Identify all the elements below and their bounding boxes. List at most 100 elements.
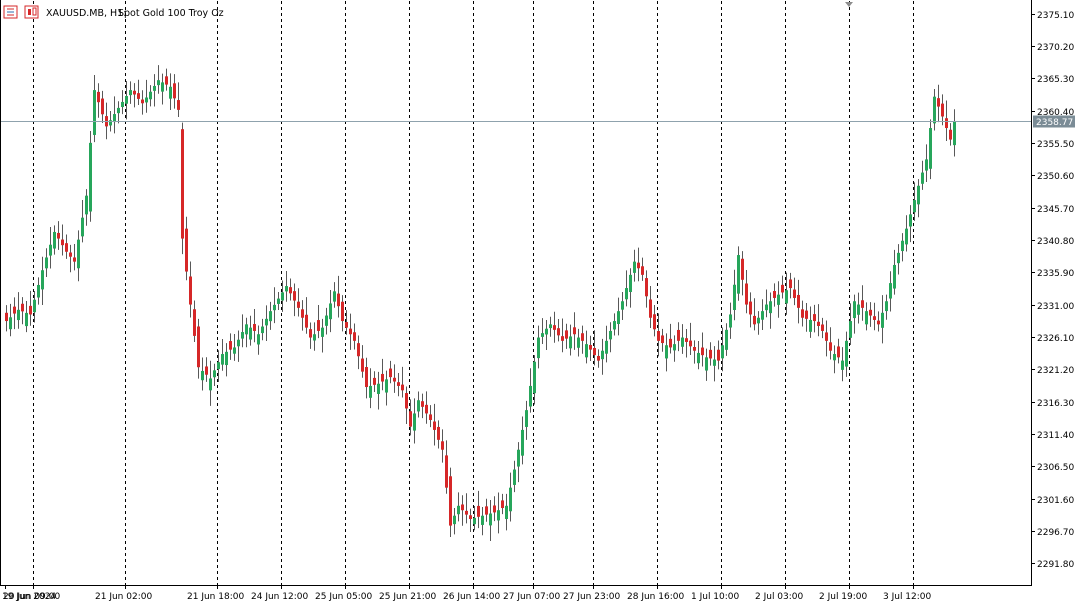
candle-body-bear: [741, 258, 744, 280]
price-label: 2321.20: [1037, 366, 1074, 376]
price-label: 2306.50: [1037, 463, 1074, 473]
candle-body-bear: [253, 324, 256, 331]
candle-body-bull: [621, 301, 624, 310]
candle-body-bull: [881, 312, 884, 328]
candle-body-bull: [269, 311, 272, 322]
price-label: 2301.60: [1037, 496, 1074, 506]
candle-body-bear: [397, 382, 400, 386]
candle-body-bear: [345, 322, 348, 328]
candle-body-bear: [693, 347, 696, 351]
candle-body-bull: [233, 347, 236, 354]
candle-body-bear: [381, 373, 384, 382]
candle-body-bear: [357, 343, 360, 357]
chart-window[interactable]: 2375.10 2370.20 2365.30 2360.40 2355.50 2350.…: [0, 0, 1086, 605]
candle-body-bear: [941, 103, 944, 117]
candle-body-bull: [865, 311, 868, 325]
candle-body-bear: [597, 355, 600, 361]
price-label: 2365.30: [1037, 75, 1074, 85]
candle-body-bull: [617, 311, 620, 325]
time-label: 2 Jul 19:00: [819, 592, 868, 602]
candle-body-bull: [85, 195, 88, 215]
candle-body-bull: [237, 339, 240, 347]
time-label: 20 Jun 09:00: [3, 592, 60, 602]
candle-body-bull: [721, 345, 724, 359]
candle-body-bull: [413, 413, 416, 431]
candle-body-bull: [513, 469, 516, 485]
candle-body-bear: [229, 341, 232, 350]
symbol-description: Spot Gold 100 Troy Oz: [118, 8, 224, 19]
candle-body-bull: [25, 312, 28, 327]
candle-body-bull: [625, 288, 628, 300]
candle-body-bull: [769, 301, 772, 314]
candle-body-bear: [949, 129, 952, 140]
time-label: 21 Jun 02:00: [95, 592, 152, 602]
candle-body-bear: [837, 346, 840, 358]
candle-body-bull: [145, 97, 148, 103]
candle-body-bear: [173, 83, 176, 99]
candle-body-bear: [781, 284, 784, 293]
candle-body-bull: [113, 114, 116, 123]
candle-body-bear: [701, 347, 704, 356]
price-label: 2350.60: [1037, 172, 1074, 182]
symbol-label: XAUUSD.MB, H1:: [46, 8, 126, 19]
candle-body-bear: [401, 384, 404, 391]
candle-body-bull: [241, 332, 244, 339]
candle-body-bear: [789, 279, 792, 289]
candle-body-bear: [141, 99, 144, 104]
candle-body-bull: [93, 90, 96, 135]
candle-body-bull: [629, 274, 632, 293]
candle-body-bear: [349, 328, 352, 335]
candle-body-bull: [953, 121, 956, 146]
price-label: 2345.70: [1037, 205, 1074, 215]
candle-body-bull: [917, 185, 920, 205]
candle-body-bull: [605, 340, 608, 354]
candle-body-bear: [69, 252, 72, 257]
bars-icon[interactable]: [3, 5, 18, 19]
candle-body-bull: [473, 517, 476, 525]
candle-body-bull: [613, 321, 616, 330]
candle-body-bull: [281, 292, 284, 301]
candle-body-bear: [97, 91, 100, 103]
candle-body-bull: [929, 128, 932, 169]
candle-body-bull: [201, 370, 204, 381]
candle-body-bull: [889, 283, 892, 299]
candle-body-bull: [417, 400, 420, 412]
candle-body-bear: [657, 331, 660, 341]
price-label: 2311.40: [1037, 431, 1074, 441]
candle-body-bull: [925, 159, 928, 171]
candle-body-bull: [921, 172, 924, 184]
candle-body-bear: [181, 129, 184, 239]
candle-body-bear: [361, 358, 364, 372]
candle-body-bear: [593, 347, 596, 356]
candle-body-bull: [157, 80, 160, 86]
candle-body-bull: [249, 327, 252, 340]
candle-body-bear: [317, 320, 320, 331]
price-chart[interactable]: 2375.102370.202365.302360.402355.502350.…: [0, 0, 1086, 605]
candle-body-bull: [169, 86, 172, 99]
time-label: 27 Jun 23:00: [563, 592, 620, 602]
candle-body-bear: [869, 309, 872, 316]
candle-body-bull: [273, 304, 276, 311]
candle-body-bear: [749, 301, 752, 315]
candle-body-bear: [73, 257, 76, 262]
candle-body-bull: [265, 318, 268, 326]
candle-body-bear: [373, 377, 376, 385]
candle-body-bull: [125, 96, 128, 104]
candle-body-bear: [409, 411, 412, 427]
candle-body-bear: [177, 100, 180, 110]
candle-body-bull: [633, 261, 636, 273]
candle-body-bull: [833, 354, 836, 361]
time-label: 28 Jun 16:00: [627, 592, 684, 602]
candle-body-bull: [525, 410, 528, 427]
candle-body-bear: [341, 301, 344, 322]
candle-body-bear: [441, 441, 444, 450]
candle-body-bull: [481, 515, 484, 525]
candle-body-bull: [521, 429, 524, 456]
candle-body-bull: [321, 327, 324, 337]
candle-body-bull: [857, 304, 860, 315]
candle-body-bull: [841, 360, 844, 370]
candles-icon[interactable]: [24, 5, 39, 19]
candle-body-bear: [589, 344, 592, 350]
candle-body-bull: [609, 330, 612, 340]
candle-body-bear: [877, 320, 880, 325]
